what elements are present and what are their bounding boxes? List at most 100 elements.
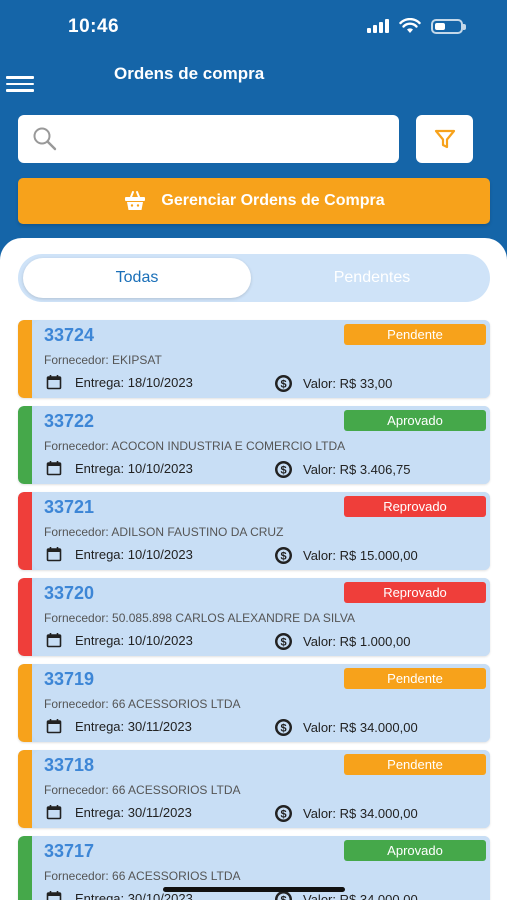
order-delivery: Entrega: 10/10/2023 xyxy=(46,546,193,562)
status-segmented-control: Todas Pendentes xyxy=(18,254,490,302)
home-indicator xyxy=(163,887,345,892)
filter-button[interactable] xyxy=(416,115,473,163)
header: Ordens de compra xyxy=(0,56,507,96)
page-title: Ordens de compra xyxy=(114,64,265,83)
order-supplier: Fornecedor: ACOCON INDUSTRIA E COMERCIO … xyxy=(44,439,346,453)
calendar-icon xyxy=(46,891,62,900)
manage-orders-button[interactable]: Gerenciar Ordens de Compra xyxy=(18,178,490,224)
order-supplier: Fornecedor: ADILSON FAUSTINO DA CRUZ xyxy=(44,525,284,539)
order-number: 33724 xyxy=(44,325,95,345)
order-card[interactable]: 33720 Reprovado Fornecedor: 50.085.898 C… xyxy=(18,578,490,656)
tab-todas[interactable]: Todas xyxy=(23,258,251,298)
order-card[interactable]: 33724 Pendente Fornecedor: EKIPSAT Entre… xyxy=(18,320,490,398)
order-number: 33721 xyxy=(44,497,95,517)
calendar-icon xyxy=(46,375,62,390)
order-card[interactable]: 33722 Aprovado Fornecedor: ACOCON INDUST… xyxy=(18,406,490,484)
orders-list: 33724 Pendente Fornecedor: EKIPSAT Entre… xyxy=(18,320,490,900)
menu-icon[interactable] xyxy=(6,76,34,96)
order-status-accent xyxy=(18,406,32,484)
order-value: $ Valor: R$ 34.000,00 xyxy=(274,804,418,823)
order-details-row: Entrega: 10/10/2023 $ Valor: R$ 1.000,00 xyxy=(46,632,486,650)
order-status-badge: Pendente xyxy=(344,668,486,689)
order-value-amount: Valor: R$ 33,00 xyxy=(303,376,393,391)
order-delivery: Entrega: 10/10/2023 xyxy=(46,460,193,476)
order-number: 33719 xyxy=(44,669,95,689)
order-supplier: Fornecedor: 66 ACESSORIOS LTDA xyxy=(44,697,241,711)
order-delivery: Entrega: 30/11/2023 xyxy=(46,804,192,820)
order-value: $ Valor: R$ 34.000,00 xyxy=(274,718,418,737)
order-status-badge: Aprovado xyxy=(344,840,486,861)
order-status-badge: Pendente xyxy=(344,324,486,345)
order-card[interactable]: 33718 Pendente Fornecedor: 66 ACESSORIOS… xyxy=(18,750,490,828)
order-supplier: Fornecedor: EKIPSAT xyxy=(44,353,162,367)
order-card-body: 33722 Aprovado Fornecedor: ACOCON INDUST… xyxy=(32,406,490,484)
order-delivery-date: Entrega: 10/10/2023 xyxy=(75,546,193,562)
order-delivery-date: Entrega: 18/10/2023 xyxy=(75,374,193,390)
order-status-badge: Reprovado xyxy=(344,582,486,603)
search-box[interactable] xyxy=(18,115,399,163)
status-icons xyxy=(367,18,466,34)
order-supplier: Fornecedor: 66 ACESSORIOS LTDA xyxy=(44,783,241,797)
order-number: 33722 xyxy=(44,411,95,431)
dollar-coin-icon: $ xyxy=(275,461,292,478)
order-details-row: Entrega: 10/10/2023 $ Valor: R$ 3.406,75 xyxy=(46,460,486,478)
order-number: 33720 xyxy=(44,583,95,603)
svg-text:$: $ xyxy=(280,379,286,391)
battery-icon xyxy=(431,18,466,34)
status-bar: 10:46 xyxy=(0,0,507,56)
order-value-amount: Valor: R$ 34.000,00 xyxy=(303,720,418,735)
dollar-coin-icon: $ xyxy=(275,805,292,822)
dollar-coin-icon: $ xyxy=(275,633,292,650)
calendar-icon xyxy=(46,633,62,648)
order-value-amount: Valor: R$ 1.000,00 xyxy=(303,634,411,649)
cellular-signal-icon xyxy=(367,19,389,33)
order-status-badge: Reprovado xyxy=(344,496,486,517)
order-card-body: 33721 Reprovado Fornecedor: ADILSON FAUS… xyxy=(32,492,490,570)
order-status-accent xyxy=(18,492,32,570)
filter-icon xyxy=(434,129,455,149)
order-value: $ Valor: R$ 1.000,00 xyxy=(274,632,410,651)
order-details-row: Entrega: 30/11/2023 $ Valor: R$ 34.000,0… xyxy=(46,804,486,822)
dollar-coin-icon: $ xyxy=(275,719,292,736)
tab-pendentes[interactable]: Pendentes xyxy=(258,258,486,298)
order-details-row: Entrega: 18/10/2023 $ Valor: R$ 33,00 xyxy=(46,374,486,392)
calendar-icon xyxy=(46,547,62,562)
order-details-row: Entrega: 30/11/2023 $ Valor: R$ 34.000,0… xyxy=(46,718,486,736)
order-card[interactable]: 33719 Pendente Fornecedor: 66 ACESSORIOS… xyxy=(18,664,490,742)
calendar-icon xyxy=(46,805,62,820)
search-icon xyxy=(33,127,57,151)
search-input[interactable] xyxy=(68,115,399,163)
wifi-icon xyxy=(399,18,421,33)
order-card-body: 33724 Pendente Fornecedor: EKIPSAT Entre… xyxy=(32,320,490,398)
order-delivery: Entrega: 10/10/2023 xyxy=(46,632,193,648)
dollar-coin-icon: $ xyxy=(275,375,292,392)
order-delivery-date: Entrega: 30/11/2023 xyxy=(75,804,192,820)
order-number: 33717 xyxy=(44,841,95,861)
order-card-body: 33720 Reprovado Fornecedor: 50.085.898 C… xyxy=(32,578,490,656)
svg-text:$: $ xyxy=(280,895,286,900)
order-status-accent xyxy=(18,320,32,398)
order-status-accent xyxy=(18,836,32,900)
order-delivery-date: Entrega: 10/10/2023 xyxy=(75,632,193,648)
order-card[interactable]: 33721 Reprovado Fornecedor: ADILSON FAUS… xyxy=(18,492,490,570)
order-supplier: Fornecedor: 50.085.898 CARLOS ALEXANDRE … xyxy=(44,611,356,625)
order-status-accent xyxy=(18,578,32,656)
svg-text:$: $ xyxy=(280,465,286,477)
order-delivery-date: Entrega: 10/10/2023 xyxy=(75,460,193,476)
order-status-accent xyxy=(18,750,32,828)
order-delivery: Entrega: 30/11/2023 xyxy=(46,718,192,734)
manage-orders-label: Gerenciar Ordens de Compra xyxy=(161,192,385,209)
order-value-amount: Valor: R$ 34.000,00 xyxy=(303,892,418,900)
order-value: $ Valor: R$ 15.000,00 xyxy=(274,546,418,565)
content-panel: Todas Pendentes 33724 Pendente Fornecedo… xyxy=(0,238,507,900)
order-value-amount: Valor: R$ 34.000,00 xyxy=(303,806,418,821)
order-value: $ Valor: R$ 33,00 xyxy=(274,374,392,393)
order-status-badge: Aprovado xyxy=(344,410,486,431)
svg-text:$: $ xyxy=(280,723,286,735)
calendar-icon xyxy=(46,461,62,476)
dollar-coin-icon: $ xyxy=(275,547,292,564)
app-screen: 10:46 Ordens de compra Gerenciar Ordens … xyxy=(0,0,507,900)
order-value-amount: Valor: R$ 3.406,75 xyxy=(303,462,411,477)
svg-text:$: $ xyxy=(280,637,286,649)
order-value: $ Valor: R$ 3.406,75 xyxy=(274,460,410,479)
